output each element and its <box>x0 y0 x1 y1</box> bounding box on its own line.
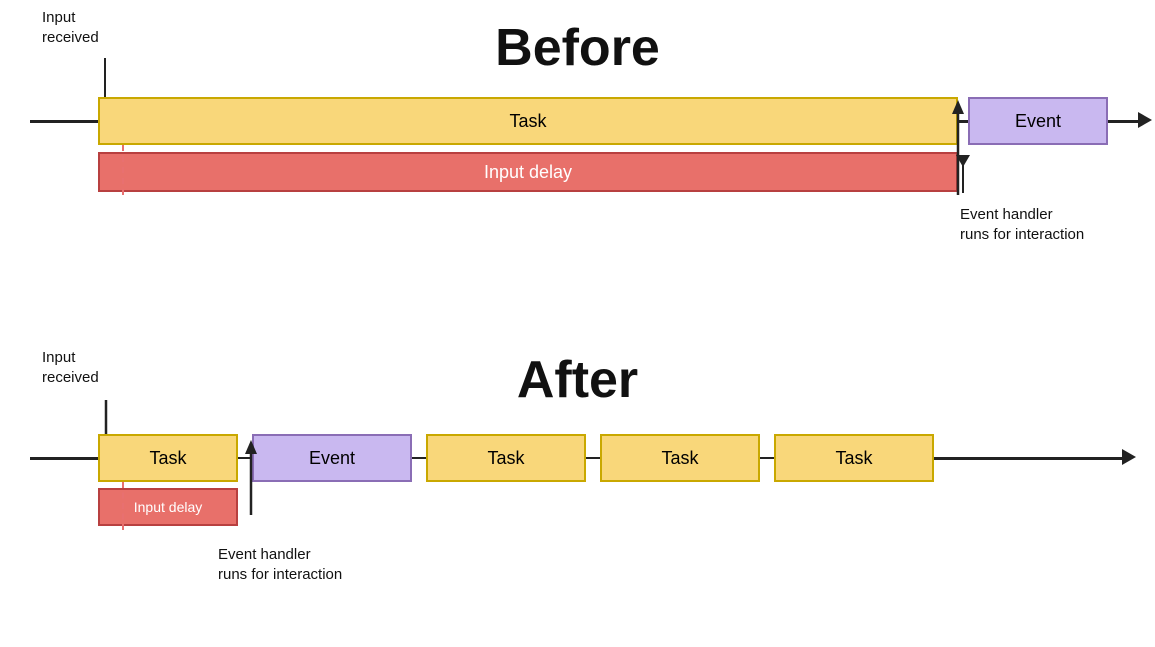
after-event-box: Event <box>252 434 412 482</box>
after-task2-box: Task <box>426 434 586 482</box>
before-timeline-left <box>30 120 98 123</box>
after-connector4 <box>760 457 774 459</box>
after-input-delay-box: Input delay <box>98 488 238 526</box>
after-event-handler-label: Event handlerruns for interaction <box>218 545 342 584</box>
before-task-box: Task <box>98 97 958 145</box>
before-event-box: Event <box>968 97 1108 145</box>
before-title: Before <box>495 18 660 78</box>
before-input-received-label: Inputreceived <box>42 8 99 47</box>
after-event-handler-svg <box>239 440 263 520</box>
after-input-received-label: Inputreceived <box>42 348 99 387</box>
after-title: After <box>517 350 638 410</box>
after-timeline-right <box>934 457 1124 460</box>
after-task3-box: Task <box>600 434 760 482</box>
diagram-container: Before Inputreceived Task Event Input de… <box>0 0 1155 647</box>
after-connector2 <box>412 457 426 459</box>
before-event-handler-label: Event handlerruns for interaction <box>960 205 1084 244</box>
before-input-delay-box: Input delay <box>98 152 958 192</box>
after-dotted-line <box>122 482 124 530</box>
after-timeline-arrow <box>1122 449 1136 465</box>
before-dotted-line <box>122 145 124 195</box>
before-timeline-arrow <box>1138 112 1152 128</box>
after-task-box: Task <box>98 434 238 482</box>
before-timeline-right <box>1108 120 1138 123</box>
before-event-handler-svg <box>946 100 970 200</box>
after-connector3 <box>586 457 600 459</box>
after-task4-box: Task <box>774 434 934 482</box>
after-timeline-left <box>30 457 98 460</box>
